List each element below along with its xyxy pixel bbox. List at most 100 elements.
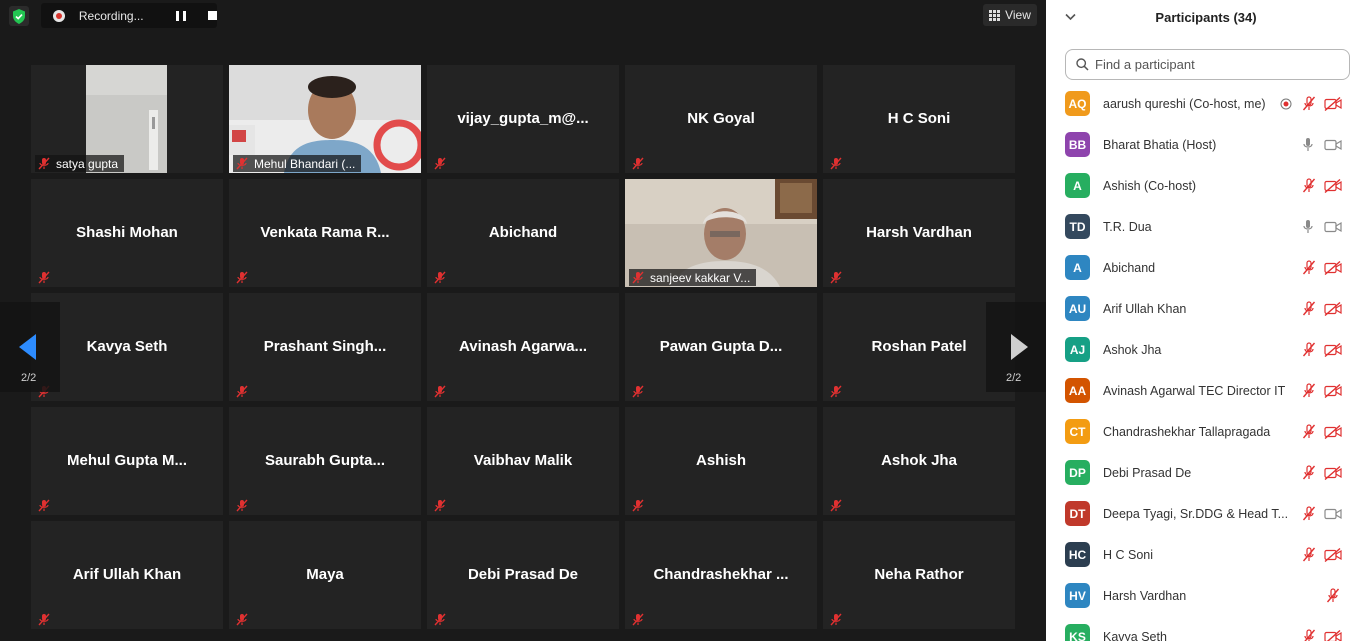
participant-tile[interactable]: Debi Prasad De [427, 521, 619, 629]
avatar: AU [1065, 296, 1090, 321]
participant-tile[interactable]: Saurabh Gupta... [229, 407, 421, 515]
mic-on-icon[interactable] [1302, 137, 1320, 153]
participant-tile[interactable]: Prashant Singh... [229, 293, 421, 401]
stop-recording-button[interactable] [208, 11, 217, 20]
mic-muted-icon [830, 385, 842, 398]
video-off-icon[interactable] [1324, 178, 1342, 195]
avatar: HC [1065, 542, 1090, 567]
mic-muted-icon [38, 499, 50, 512]
pause-recording-button[interactable] [176, 10, 187, 21]
participant-row[interactable]: HC H C Soni [1046, 534, 1354, 575]
participant-name: Chandrashekhar Tallapragada [1103, 424, 1271, 439]
participant-row[interactable]: AU Arif Ullah Khan [1046, 288, 1354, 329]
participant-tile[interactable]: Neha Rathor [823, 521, 1015, 629]
participant-tile[interactable]: Arif Ullah Khan [31, 521, 223, 629]
participant-row[interactable]: BB Bharat Bhatia (Host) [1046, 124, 1354, 165]
participant-row[interactable]: CT Chandrashekhar Tallapragada [1046, 411, 1354, 452]
participant-name: Saurabh Gupta... [264, 452, 385, 469]
meeting-view: Recording... View satya gupta Mehul Bhand… [0, 0, 1046, 641]
participant-search[interactable] [1065, 49, 1350, 80]
participant-name: Roshan Patel [871, 338, 967, 355]
participant-tile[interactable]: Chandrashekhar ... [625, 521, 817, 629]
participant-name: Debi Prasad De [467, 566, 579, 583]
mic-muted-icon[interactable] [1302, 260, 1320, 276]
mic-muted-icon[interactable] [1302, 383, 1320, 399]
mic-muted-icon[interactable] [1302, 342, 1320, 358]
mic-muted-icon [38, 157, 50, 170]
mic-muted-icon[interactable] [1302, 465, 1320, 481]
participant-tile[interactable]: Mehul Gupta M... [31, 407, 223, 515]
participant-tile[interactable]: Maya [229, 521, 421, 629]
video-off-icon[interactable] [1324, 465, 1342, 482]
mic-muted-icon [434, 613, 446, 626]
participant-row[interactable]: HV Harsh Vardhan [1046, 575, 1354, 616]
video-off-icon[interactable] [1324, 629, 1342, 641]
mic-muted-icon[interactable] [1326, 588, 1344, 604]
video-off-icon[interactable] [1324, 342, 1342, 359]
mic-muted-icon[interactable] [1302, 547, 1320, 563]
mic-muted-icon[interactable] [1302, 96, 1320, 112]
mic-muted-icon [38, 271, 50, 284]
participant-name-label: satya gupta [35, 155, 125, 172]
participant-name: Bharat Bhatia (Host) [1103, 137, 1217, 152]
mic-on-icon[interactable] [1302, 219, 1320, 235]
security-shield-icon[interactable] [9, 6, 29, 26]
participant-tile[interactable]: Avinash Agarwa... [427, 293, 619, 401]
video-off-icon[interactable] [1324, 96, 1342, 113]
participant-tile[interactable]: sanjeev kakkar V... [625, 179, 817, 287]
participant-tile[interactable]: Shashi Mohan [31, 179, 223, 287]
participant-tile[interactable]: Harsh Vardhan [823, 179, 1015, 287]
participant-row[interactable]: TD T.R. Dua [1046, 206, 1354, 247]
participant-tile[interactable]: Abichand [427, 179, 619, 287]
participant-name: Shashi Mohan [76, 224, 178, 241]
participants-title: Participants (34) [1155, 10, 1257, 25]
video-camera-icon[interactable] [1324, 220, 1342, 236]
participant-row[interactable]: DP Debi Prasad De [1046, 452, 1354, 493]
view-button[interactable]: View [983, 4, 1037, 26]
mic-muted-icon [434, 385, 446, 398]
participant-tile[interactable]: Ashish [625, 407, 817, 515]
mic-muted-icon[interactable] [1302, 506, 1320, 522]
mic-muted-icon [434, 499, 446, 512]
participant-name: Mehul Bhandari (... [254, 156, 356, 171]
video-off-icon[interactable] [1324, 424, 1342, 441]
participant-name: satya gupta [56, 156, 119, 171]
participant-row[interactable]: A Ashish (Co-host) [1046, 165, 1354, 206]
video-camera-icon[interactable] [1324, 138, 1342, 154]
participant-tile[interactable]: Venkata Rama R... [229, 179, 421, 287]
mic-muted-icon [830, 271, 842, 284]
participant-tile[interactable]: NK Goyal [625, 65, 817, 173]
participant-tile[interactable]: H C Soni [823, 65, 1015, 173]
mic-muted-icon [632, 271, 644, 284]
mic-muted-icon[interactable] [1302, 178, 1320, 194]
participant-tile[interactable]: Vaibhav Malik [427, 407, 619, 515]
participant-row[interactable]: AA Avinash Agarwal TEC Director IT [1046, 370, 1354, 411]
participant-name: H C Soni [887, 110, 951, 127]
avatar: AJ [1065, 337, 1090, 362]
participant-tile[interactable]: Mehul Bhandari (... [229, 65, 421, 173]
participant-tile[interactable]: vijay_gupta_m@... [427, 65, 619, 173]
participant-tile[interactable]: Ashok Jha [823, 407, 1015, 515]
mic-muted-icon[interactable] [1302, 301, 1320, 317]
participant-name: Ashish (Co-host) [1103, 178, 1197, 193]
participant-row[interactable]: A Abichand [1046, 247, 1354, 288]
video-off-icon[interactable] [1324, 260, 1342, 277]
mic-muted-icon[interactable] [1302, 424, 1320, 440]
participants-header: Participants (34) [1046, 0, 1354, 36]
avatar: KS [1065, 624, 1090, 641]
avatar: BB [1065, 132, 1090, 157]
participant-row[interactable]: AJ Ashok Jha [1046, 329, 1354, 370]
participant-tile[interactable]: satya gupta [31, 65, 223, 173]
participant-row[interactable]: KS Kavya Seth [1046, 616, 1354, 641]
video-off-icon[interactable] [1324, 301, 1342, 318]
participant-row[interactable]: DT Deepa Tyagi, Sr.DDG & Head T... [1046, 493, 1354, 534]
search-input[interactable] [1095, 57, 1335, 72]
video-off-icon[interactable] [1324, 547, 1342, 564]
participant-row[interactable]: AQ aarush qureshi (Co-host, me) [1046, 83, 1354, 124]
video-off-icon[interactable] [1324, 383, 1342, 400]
participant-name: Ashish [695, 452, 746, 469]
mic-muted-icon[interactable] [1302, 629, 1320, 641]
participant-tile[interactable]: Pawan Gupta D... [625, 293, 817, 401]
video-camera-icon[interactable] [1324, 507, 1342, 523]
mic-muted-icon [236, 499, 248, 512]
